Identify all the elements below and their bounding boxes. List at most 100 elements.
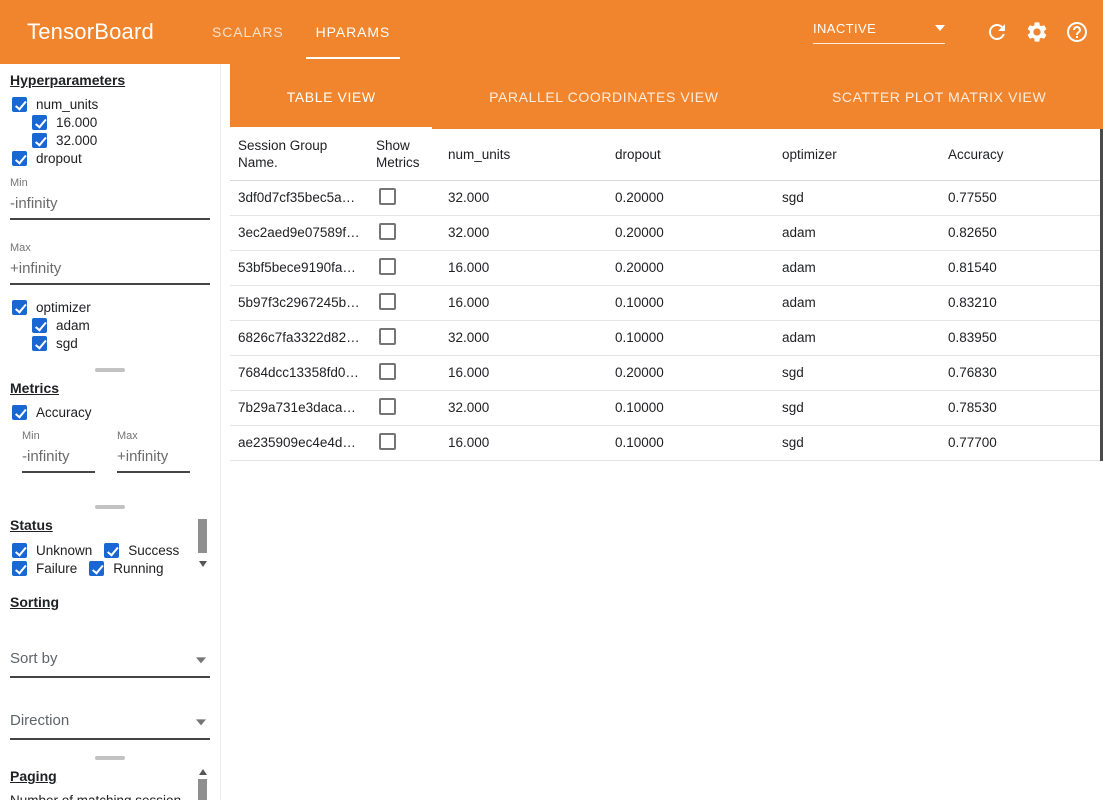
dropout-min-label: Min xyxy=(10,177,210,190)
sorting-heading: Sorting xyxy=(0,579,220,610)
cell-accuracy: 0.82650 xyxy=(940,215,1103,250)
accuracy-label: Accuracy xyxy=(36,405,92,420)
status-unknown-label: Unknown xyxy=(36,543,92,558)
matching-groups-text: Number of matching session groups: 8 xyxy=(10,792,200,800)
hparam-row-optimizer-adam[interactable]: adam xyxy=(0,316,220,334)
table-row: 7684dcc13358fd0… 16.000 0.20000 sgd 0.76… xyxy=(230,355,1103,390)
cell-optimizer: adam xyxy=(774,215,940,250)
show-metrics-checkbox[interactable] xyxy=(379,188,396,205)
metric-max-field: Max xyxy=(117,430,190,473)
scroll-up-icon[interactable] xyxy=(199,769,207,775)
help-button[interactable] xyxy=(1065,20,1089,44)
accuracy-checkbox[interactable] xyxy=(12,405,27,420)
cell-num-units: 16.000 xyxy=(440,355,607,390)
view-tabs: TABLE VIEW PARALLEL COORDINATES VIEW SCA… xyxy=(230,64,1103,129)
nav-tab-hparams[interactable]: HPARAMS xyxy=(300,0,407,64)
cell-accuracy: 0.83210 xyxy=(940,285,1103,320)
metric-min-input[interactable] xyxy=(22,443,95,473)
show-metrics-checkbox[interactable] xyxy=(379,258,396,275)
tab-table-view[interactable]: TABLE VIEW xyxy=(230,64,432,129)
status-list: Unknown Success Failure Running xyxy=(0,541,185,579)
status-running-label: Running xyxy=(113,561,163,576)
num-units-32-checkbox[interactable] xyxy=(32,133,47,148)
show-metrics-checkbox[interactable] xyxy=(379,433,396,450)
cell-num-units: 16.000 xyxy=(440,425,607,460)
optimizer-sgd-checkbox[interactable] xyxy=(32,336,47,351)
cell-optimizer: sgd xyxy=(774,180,940,215)
hparams-sidebar: Hyperparameters num_units 16.000 32.000 … xyxy=(0,64,221,800)
table-row: 3ec2aed9e07589f… 32.000 0.20000 adam 0.8… xyxy=(230,215,1103,250)
status-row-success[interactable]: Success xyxy=(104,541,179,559)
help-icon xyxy=(1065,20,1089,44)
cell-show-metrics xyxy=(368,355,440,390)
cell-session-group-name: 3df0d7cf35bec5a… xyxy=(230,180,368,215)
hparam-row-optimizer-sgd[interactable]: sgd xyxy=(0,334,220,352)
refresh-button[interactable] xyxy=(985,20,1009,44)
show-metrics-checkbox[interactable] xyxy=(379,328,396,345)
dropout-checkbox[interactable] xyxy=(12,151,27,166)
status-success-checkbox[interactable] xyxy=(104,543,119,558)
scrollbar-thumb[interactable] xyxy=(198,519,207,553)
status-row-running[interactable]: Running xyxy=(89,559,163,577)
optimizer-checkbox[interactable] xyxy=(12,300,27,315)
run-status-value: INACTIVE xyxy=(813,21,876,36)
cell-show-metrics xyxy=(368,215,440,250)
num-units-16-checkbox[interactable] xyxy=(32,115,47,130)
hparam-row-dropout[interactable]: dropout xyxy=(0,149,220,167)
status-section: Status Unknown Success Failure Running xyxy=(0,509,220,579)
app-header: TensorBoard SCALARS HPARAMS INACTIVE xyxy=(0,0,1103,64)
col-num-units: num_units xyxy=(440,129,607,180)
col-accuracy: Accuracy xyxy=(940,129,1103,180)
sort-by-select[interactable]: Sort by xyxy=(10,646,210,678)
scrollbar-thumb[interactable] xyxy=(198,779,207,800)
optimizer-adam-checkbox[interactable] xyxy=(32,318,47,333)
hparam-row-num-units[interactable]: num_units xyxy=(0,95,220,113)
nav-tab-scalars[interactable]: SCALARS xyxy=(196,0,300,64)
show-metrics-checkbox[interactable] xyxy=(379,293,396,310)
hparam-row-optimizer[interactable]: optimizer xyxy=(0,298,220,316)
metric-max-input[interactable] xyxy=(117,443,190,473)
hparam-row-num-units-32[interactable]: 32.000 xyxy=(0,131,220,149)
metric-list: Accuracy xyxy=(0,403,220,421)
status-row-failure[interactable]: Failure xyxy=(12,559,77,577)
table-row: 6826c7fa3322d82… 32.000 0.10000 adam 0.8… xyxy=(230,320,1103,355)
hparam-row-num-units-16[interactable]: 16.000 xyxy=(0,113,220,131)
tab-parallel-coordinates-view[interactable]: PARALLEL COORDINATES VIEW xyxy=(432,64,775,129)
main-panel: TABLE VIEW PARALLEL COORDINATES VIEW SCA… xyxy=(230,64,1103,800)
settings-button[interactable] xyxy=(1025,20,1049,44)
table-header-row: Session Group Name. Show Metrics num_uni… xyxy=(230,129,1103,180)
show-metrics-checkbox[interactable] xyxy=(379,223,396,240)
cell-num-units: 16.000 xyxy=(440,285,607,320)
status-running-checkbox[interactable] xyxy=(89,561,104,576)
paging-scrollbar[interactable] xyxy=(198,769,207,800)
dropout-min-input[interactable] xyxy=(10,190,210,220)
dropout-max-input[interactable] xyxy=(10,255,210,285)
status-scrollbar[interactable] xyxy=(198,519,207,575)
cell-num-units: 16.000 xyxy=(440,250,607,285)
tab-scatter-plot-matrix-view[interactable]: SCATTER PLOT MATRIX VIEW xyxy=(775,64,1103,129)
show-metrics-checkbox[interactable] xyxy=(379,398,396,415)
optimizer-label: optimizer xyxy=(36,300,91,315)
cell-accuracy: 0.77550 xyxy=(940,180,1103,215)
status-failure-checkbox[interactable] xyxy=(12,561,27,576)
dropout-min-field: Min xyxy=(10,177,210,220)
cell-session-group-name: 53bf5bece9190fa… xyxy=(230,250,368,285)
num-units-checkbox[interactable] xyxy=(12,97,27,112)
scroll-down-icon[interactable] xyxy=(199,561,207,567)
status-row-unknown[interactable]: Unknown xyxy=(12,541,92,559)
status-unknown-checkbox[interactable] xyxy=(12,543,27,558)
table-row: 5b97f3c2967245b… 16.000 0.10000 adam 0.8… xyxy=(230,285,1103,320)
num-units-label: num_units xyxy=(36,97,98,112)
status-failure-label: Failure xyxy=(36,561,77,576)
run-status-select[interactable]: INACTIVE xyxy=(813,21,945,44)
status-success-label: Success xyxy=(128,543,179,558)
cell-optimizer: adam xyxy=(774,320,940,355)
num-units-32-label: 32.000 xyxy=(56,133,97,148)
show-metrics-checkbox[interactable] xyxy=(379,363,396,380)
metric-row-accuracy[interactable]: Accuracy xyxy=(0,403,220,421)
col-dropout: dropout xyxy=(607,129,774,180)
cell-show-metrics xyxy=(368,390,440,425)
cell-accuracy: 0.76830 xyxy=(940,355,1103,390)
table-row: 7b29a731e3daca… 32.000 0.10000 sgd 0.785… xyxy=(230,390,1103,425)
direction-select[interactable]: Direction xyxy=(10,708,210,740)
